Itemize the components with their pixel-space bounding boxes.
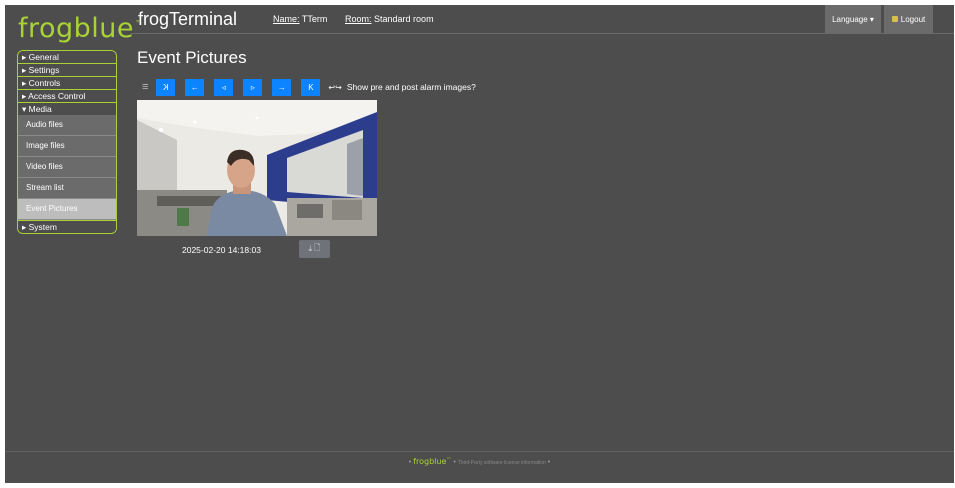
step-back-icon: ◃ xyxy=(221,82,226,92)
event-picture[interactable] xyxy=(137,100,377,236)
sidebar-item-event-pictures[interactable]: Event Pictures xyxy=(18,199,116,220)
sidebar-item-audio-files[interactable]: Audio files xyxy=(18,115,116,136)
download-button[interactable]: ⤓ 🗋 xyxy=(299,240,330,258)
download-icon: ⤓ xyxy=(308,244,313,253)
room-info: Room: Standard room xyxy=(345,14,434,24)
sidebar-section-controls[interactable]: ▸ Controls xyxy=(18,77,116,90)
event-picture-graphic xyxy=(137,100,377,236)
footer-brand: frogblue xyxy=(413,457,447,466)
step-forward-icon: ▹ xyxy=(250,82,255,92)
name-label: Name: xyxy=(273,14,300,24)
frogblue-logo[interactable]: frogblue™ xyxy=(18,13,144,44)
sidebar-item-stream-list[interactable]: Stream list xyxy=(18,178,116,199)
app-title: frogTerminal xyxy=(138,9,238,29)
file-icon: 🗋 xyxy=(314,243,321,252)
third-party-license-link[interactable]: Third-Party software license information xyxy=(458,460,546,466)
room-value: Standard room xyxy=(374,14,434,24)
event-timestamp: 2025-02-20 14:18:03 xyxy=(182,245,261,255)
sidebar-section-media[interactable]: ▾ Media xyxy=(18,103,116,115)
room-label: Room: xyxy=(345,14,372,24)
sidebar-section-system[interactable]: ▸ System xyxy=(18,220,116,233)
menu-icon[interactable]: ≡ xyxy=(142,81,148,93)
swap-arrows-icon[interactable]: ↩↪ xyxy=(328,83,341,92)
skip-first-icon: K xyxy=(163,82,169,92)
page-title: Event Pictures xyxy=(137,48,247,67)
footer-separator: • xyxy=(547,459,551,466)
sidebar-nav: ▸ General ▸ Settings ▸ Controls ▸ Access… xyxy=(17,50,117,234)
footer-divider xyxy=(5,451,954,452)
footer: • frogblue™ • Third-Party software licen… xyxy=(5,457,954,466)
sidebar-section-general[interactable]: ▸ General xyxy=(18,51,116,64)
last-image-button[interactable]: K xyxy=(301,78,321,96)
sidebar-section-access-control[interactable]: ▸ Access Control xyxy=(18,90,116,103)
lock-icon xyxy=(891,16,898,22)
header-divider xyxy=(131,33,954,34)
first-image-button[interactable]: K xyxy=(156,78,176,96)
app-frame: frogblue™ frogTerminal Name: TTerm Room:… xyxy=(5,5,954,483)
step-back-button[interactable]: ◃ xyxy=(214,78,234,96)
footer-tm: ™ xyxy=(446,457,452,463)
logout-button[interactable]: Logout xyxy=(884,5,933,33)
terminal-name: Name: TTerm xyxy=(273,14,327,24)
show-alarm-images-toggle[interactable]: Show pre and post alarm images? xyxy=(347,82,476,92)
arrow-left-icon: ← xyxy=(190,82,199,92)
name-value: TTerm xyxy=(301,14,328,24)
event-toolbar: ≡ K ← ◃ ▹ → K ↩↪ Show pre and post alarm… xyxy=(142,77,476,97)
sidebar-item-video-files[interactable]: Video files xyxy=(18,157,116,178)
footer-separator: • xyxy=(453,459,456,466)
logout-label: Logout xyxy=(900,14,926,24)
previous-image-button[interactable]: ← xyxy=(185,78,205,96)
skip-last-icon: K xyxy=(308,82,314,92)
language-dropdown[interactable]: Language ▾ xyxy=(825,5,881,33)
footer-separator: • xyxy=(408,459,412,466)
step-forward-button[interactable]: ▹ xyxy=(243,78,263,96)
sidebar-section-settings[interactable]: ▸ Settings xyxy=(18,64,116,77)
sidebar-item-image-files[interactable]: Image files xyxy=(18,136,116,157)
next-image-button[interactable]: → xyxy=(272,78,292,96)
arrow-right-icon: → xyxy=(277,82,286,92)
